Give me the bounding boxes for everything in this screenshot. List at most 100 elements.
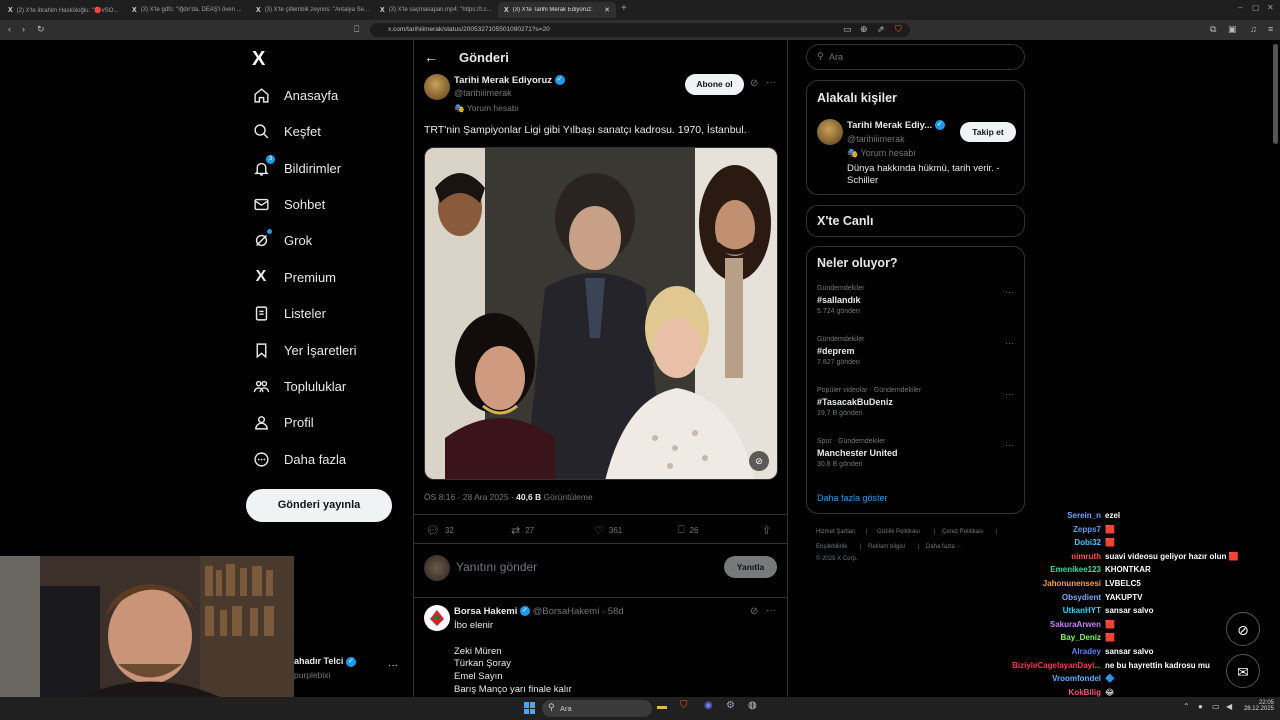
music-icon[interactable]: ♫ <box>1250 24 1257 34</box>
chat-username[interactable]: Jahonunensesi <box>995 579 1105 592</box>
grok-icon[interactable]: ⊘ <box>750 78 758 89</box>
share-icon[interactable]: ⇗ <box>877 24 885 35</box>
chat-username[interactable]: SakuraArwen <box>995 620 1105 633</box>
reply-author[interactable]: Borsa Hakemi ✓ @BorsaHakemi · 58d <box>454 606 624 617</box>
discord-icon[interactable]: ◉ <box>704 700 713 711</box>
more-options-icon[interactable]: ··· <box>766 77 776 88</box>
avatar[interactable] <box>817 119 843 145</box>
trend-item[interactable]: Popüler videolar · Gündemdekiler #Tasacak… <box>817 387 921 417</box>
account-menu-icon[interactable]: ··· <box>388 660 398 671</box>
footer-link[interactable]: Daha fazla ··· <box>926 544 962 550</box>
like-action[interactable]: ♡ 361 <box>594 524 622 537</box>
nav-item-notifications[interactable]: 3 Bildirimler <box>252 153 341 183</box>
grok-icon[interactable]: ⊘ <box>750 606 758 617</box>
grok-image-icon[interactable]: ⊘ <box>749 451 769 471</box>
x-logo[interactable]: X <box>252 48 265 71</box>
close-tab-icon[interactable]: ✕ <box>604 6 610 14</box>
more-options-icon[interactable]: ··· <box>766 605 776 616</box>
close-window-icon[interactable]: ✕ <box>1267 3 1274 12</box>
account-name[interactable]: ahadır Telci ✓ <box>294 656 356 667</box>
back-arrow-icon[interactable]: ← <box>424 49 438 65</box>
browser-tab[interactable]: X (3) X'te saçmasapan.mp4: "https://t.c..… <box>374 2 496 18</box>
nav-item-bookmarks[interactable]: Yer İşaretleri <box>252 335 357 365</box>
chat-username[interactable]: Alradey <box>995 647 1105 660</box>
nav-item-communities[interactable]: Topluluklar <box>252 371 346 401</box>
windows-start-icon[interactable] <box>524 702 536 714</box>
address-bar[interactable]: x.com/tarihiiimerak/status/2005327105501… <box>370 23 910 37</box>
bookmark-action[interactable]: ⎕ 26 <box>678 524 699 537</box>
chat-username[interactable]: nimruth <box>995 552 1105 565</box>
clock[interactable]: 22:05 28.12.2025 <box>1240 700 1274 712</box>
post-button[interactable]: Gönderi yayınla <box>246 489 392 522</box>
extensions-icon[interactable]: ⧉ <box>1210 24 1216 35</box>
nav-item-premium[interactable]: X Premium <box>252 262 336 292</box>
footer-link[interactable]: Gizlilik Politikası <box>877 529 920 535</box>
mic-icon[interactable]: ● <box>1198 702 1203 711</box>
zoom-icon[interactable]: ⊕ <box>860 24 868 35</box>
volume-icon[interactable]: ◀ <box>1226 702 1232 711</box>
nav-item-grok[interactable]: Grok <box>252 225 312 255</box>
menu-icon[interactable]: ≡ <box>1268 24 1273 34</box>
nav-item-explore[interactable]: Keşfet <box>252 116 321 146</box>
app-icon[interactable]: ◍ <box>748 700 757 711</box>
chat-username[interactable]: BiziyleCagelayanDayi... <box>995 661 1105 674</box>
trend-item[interactable]: Gündemdekiler #sallandık 5.724 gönderi <box>817 285 864 315</box>
reply-action[interactable]: 💬︎ 32 <box>426 524 454 537</box>
maximize-icon[interactable]: ▢ <box>1252 3 1260 12</box>
chat-username[interactable]: Serein_n <box>995 511 1105 524</box>
folder-icon[interactable]: ▬ <box>657 701 667 712</box>
chat-username[interactable]: Obsydient <box>995 593 1105 606</box>
footer-link[interactable]: Reklam bilgisi <box>868 544 905 550</box>
page-scrollbar[interactable] <box>1273 44 1278 144</box>
trend-more-icon[interactable]: ··· <box>1005 440 1014 450</box>
taskbar-search[interactable]: ⚲ Ara <box>542 700 652 717</box>
reply-input[interactable]: Yanıtını gönder <box>456 560 537 574</box>
nav-item-more[interactable]: Daha fazla <box>252 444 346 474</box>
footer-link[interactable]: Erişilebilirlik <box>816 544 847 550</box>
reader-icon[interactable]: ▭ <box>843 24 852 35</box>
trend-item[interactable]: Gündemdekiler #deprem 7.827 gönderi <box>817 336 864 366</box>
forward-icon[interactable]: › <box>22 24 25 34</box>
back-icon[interactable]: ‹ <box>8 24 11 34</box>
nav-item-profile[interactable]: Profil <box>252 407 314 437</box>
footer-link[interactable]: Çerez Politikası <box>942 529 984 535</box>
reply-button[interactable]: Yanıtla <box>724 556 777 578</box>
trend-item[interactable]: Spor · Gündemdekiler Manchester United 30,… <box>817 438 898 468</box>
show-more-link[interactable]: Daha fazla göster <box>817 493 888 503</box>
chat-username[interactable]: Dobi32 <box>995 538 1105 551</box>
new-tab-icon[interactable]: + <box>621 3 627 14</box>
live-panel[interactable]: X'te Canlı <box>806 205 1025 237</box>
nav-item-lists[interactable]: Listeler <box>252 298 326 328</box>
wallet-icon[interactable]: ▣ <box>1228 24 1237 35</box>
chat-username[interactable]: Vroomfondel <box>995 674 1105 687</box>
follow-button[interactable]: Takip et <box>960 122 1016 142</box>
brave-icon[interactable]: ⛉ <box>680 700 688 711</box>
avatar[interactable] <box>424 74 450 100</box>
browser-tab[interactable]: X (3) X'te çitlembik zeynos: "Antalya Se.… <box>250 2 372 18</box>
nav-item-messages[interactable]: Sohbet <box>252 189 325 219</box>
bookmark-page-icon[interactable]: ⎕ <box>354 24 359 35</box>
browser-tab[interactable]: X (2) X'te ibrahim Hasköloğlu: "🔴#SO... <box>2 2 124 18</box>
repost-action[interactable]: ⇄ 27 <box>511 524 534 537</box>
footer-link[interactable]: Hizmet Şartları <box>816 529 856 535</box>
trend-more-icon[interactable]: ··· <box>1005 287 1014 297</box>
author-name[interactable]: Tarihi Merak Ediyoruz ✓ <box>454 75 565 86</box>
related-name[interactable]: Tarihi Merak Ediy... ✓ <box>847 120 945 131</box>
search-box[interactable]: ⚲ Ara <box>806 44 1025 70</box>
brave-shield-icon[interactable]: ⛉ <box>895 24 902 35</box>
chat-username[interactable]: UtkanHYT <box>995 606 1105 619</box>
browser-tab-active[interactable]: X(3) X'te Tarihi Merak Ediyoruz: "T...✕ <box>498 2 616 18</box>
network-icon[interactable]: ▭ <box>1212 702 1220 711</box>
author-handle[interactable]: @tarihiiimerak <box>454 88 512 98</box>
chat-username[interactable]: Emenikee123 <box>995 565 1105 578</box>
messages-float-button[interactable]: ✉ <box>1226 654 1260 688</box>
trend-more-icon[interactable]: ··· <box>1005 338 1014 348</box>
share-action[interactable]: ⇧ <box>762 524 771 537</box>
trend-more-icon[interactable]: ··· <box>1005 389 1014 399</box>
browser-tab[interactable]: X (3) X'te gdfc: "Iğdır'da, DEAŞ'i öven .… <box>126 2 248 18</box>
grok-float-button[interactable]: ⊘ <box>1226 612 1260 646</box>
tray-arrow-icon[interactable]: ⌃ <box>1183 702 1190 711</box>
chat-username[interactable]: Zepps7 <box>995 525 1105 538</box>
reload-icon[interactable]: ↻ <box>37 24 45 35</box>
post-image[interactable]: ⊘ <box>424 147 778 480</box>
